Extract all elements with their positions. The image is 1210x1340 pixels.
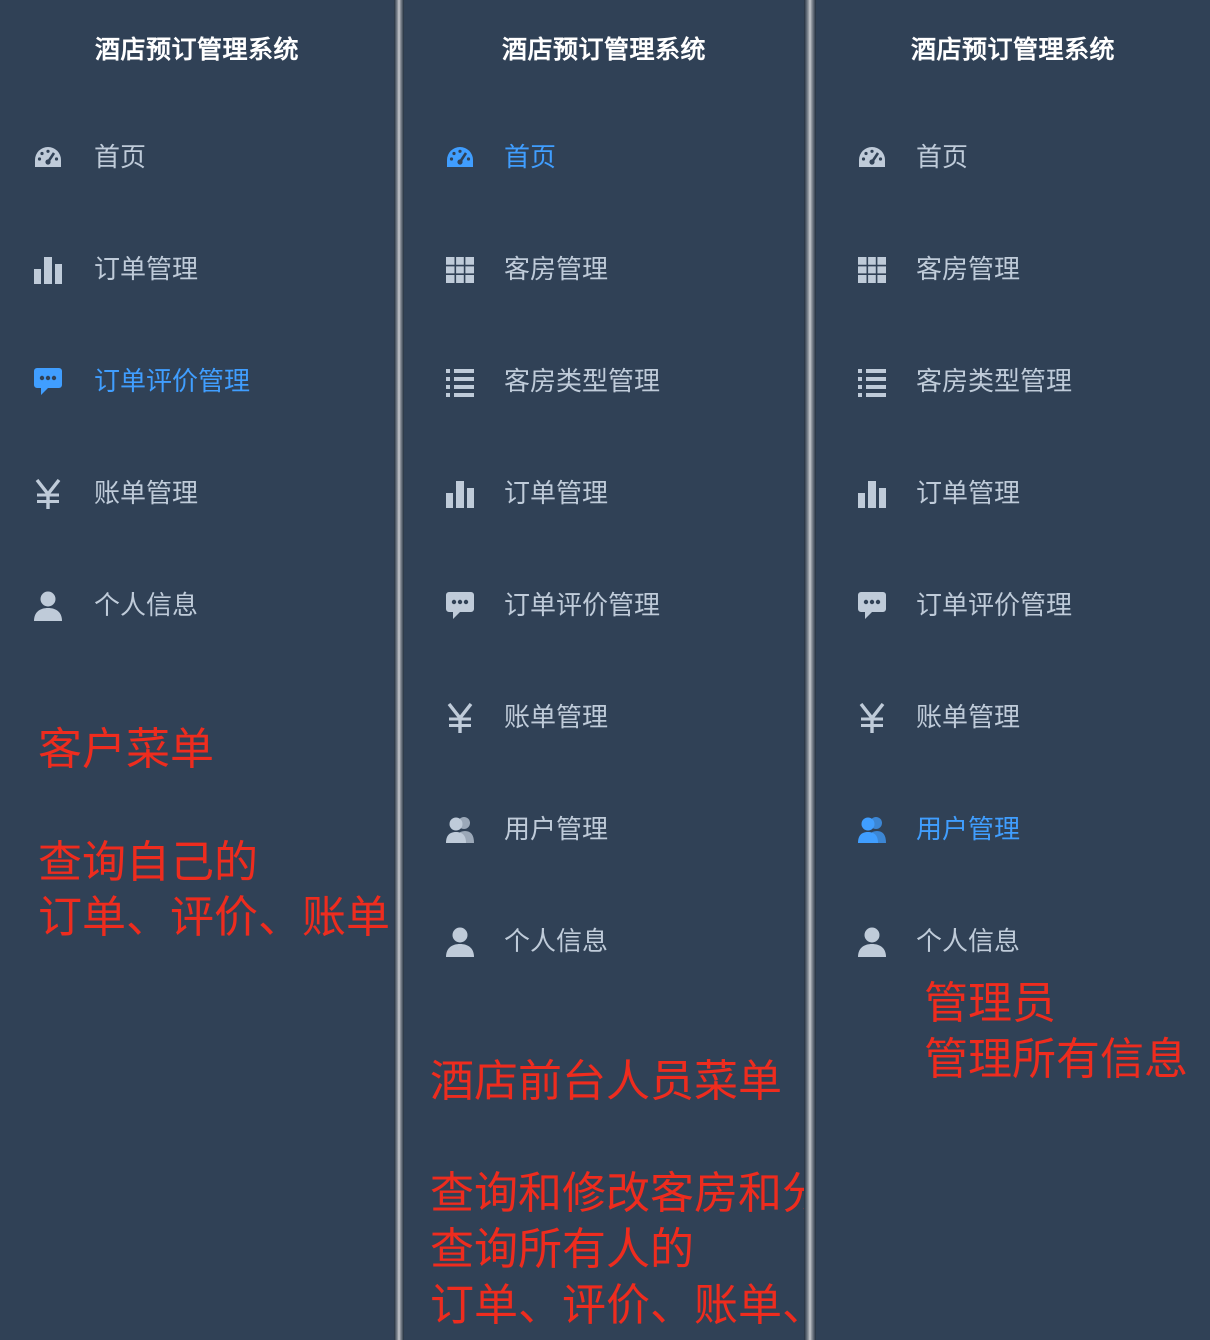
panel-divider <box>804 0 816 1340</box>
system-title: 酒店预订管理系统 <box>94 35 299 64</box>
annotation-customer-heading: 客户菜单 <box>38 724 214 775</box>
menu-item[interactable]: 首页 <box>404 118 804 198</box>
yen-icon <box>444 702 476 734</box>
sidebar-customer: 酒店预订管理系统 首页订单管理订单评价管理 账单管理个人信息 客户菜单 查询自己的… <box>0 0 394 1340</box>
menu-item-label: 个人信息 <box>916 927 1021 957</box>
menu-item-label: 订单管理 <box>916 479 1021 509</box>
menu-item-label: 订单评价管理 <box>916 591 1073 621</box>
menu-item[interactable]: 账单管理 <box>404 678 804 758</box>
menu-item[interactable]: 订单评价管理 <box>0 342 394 422</box>
menu-item-label: 账单管理 <box>916 703 1021 733</box>
menu-item-label: 个人信息 <box>504 927 609 957</box>
user-icon <box>444 926 476 958</box>
menu-item-label: 用户管理 <box>504 815 609 845</box>
menu-item-label: 客房管理 <box>916 255 1021 285</box>
menu-item-label: 客房类型管理 <box>916 367 1073 397</box>
panel-divider <box>394 0 404 1340</box>
menu-item-label: 个人信息 <box>94 591 199 621</box>
bar-chart-icon <box>444 478 476 510</box>
annotation-frontdesk-line: 查询和修改客房和分类 <box>430 1168 804 1219</box>
list-icon <box>444 366 476 398</box>
comment-icon <box>32 366 64 398</box>
annotation-frontdesk-line: 订单、评价、账单、用户信息 <box>430 1280 804 1331</box>
system-title: 酒店预订管理系统 <box>501 35 706 64</box>
dashboard-icon <box>444 142 476 174</box>
annotation-customer-line: 订单、评价、账单 <box>38 892 390 943</box>
menu-item[interactable]: 客房类型管理 <box>404 342 804 422</box>
menu-item[interactable]: 订单管理 <box>0 230 394 310</box>
menu-item-label: 首页 <box>94 143 147 173</box>
annotation-frontdesk-line: 查询所有人的 <box>430 1224 694 1275</box>
menu-item[interactable]: 用户管理 <box>404 790 804 870</box>
yen-icon <box>32 478 64 510</box>
menu-item-label: 订单管理 <box>94 255 199 285</box>
grid-icon <box>444 254 476 286</box>
menu-item[interactable]: 账单管理 <box>0 454 394 534</box>
menu-item-label: 首页 <box>916 143 969 173</box>
users-icon <box>856 814 888 846</box>
menu-item-label: 账单管理 <box>94 479 199 509</box>
user-icon <box>32 590 64 622</box>
bar-chart-icon <box>856 478 888 510</box>
dashboard-icon <box>856 142 888 174</box>
menu-item[interactable]: 个人信息 <box>0 566 394 646</box>
menu-item-label: 订单评价管理 <box>94 367 251 397</box>
menu-item[interactable]: 客房类型管理 <box>816 342 1210 422</box>
menu-item-label: 账单管理 <box>504 703 609 733</box>
sidebar-frontdesk: 酒店预订管理系统 首页客房管理客房类型管理 订单管理订单评价管理 账单管理用户管理个… <box>404 0 804 1340</box>
menu-item-label: 订单评价管理 <box>504 591 661 621</box>
menu-item[interactable]: 订单评价管理 <box>404 566 804 646</box>
menu-item[interactable]: 订单评价管理 <box>816 566 1210 646</box>
annotation-admin-line: 管理员 <box>924 978 1056 1029</box>
users-icon <box>444 814 476 846</box>
user-icon <box>856 926 888 958</box>
yen-icon <box>856 702 888 734</box>
menu-item[interactable]: 用户管理 <box>816 790 1210 870</box>
annotation-admin-line: 管理所有信息 <box>924 1034 1188 1085</box>
annotation-customer-line: 查询自己的 <box>38 837 258 888</box>
menu-item-label: 客房类型管理 <box>504 367 661 397</box>
dashboard-icon <box>32 142 64 174</box>
annotation-frontdesk-heading: 酒店前台人员菜单 <box>430 1056 782 1107</box>
system-title: 酒店预订管理系统 <box>910 35 1115 64</box>
sidebar-admin: 酒店预订管理系统 首页客房管理客房类型管理 订单管理订单评价管理 账单管理用户管理个… <box>816 0 1210 1340</box>
menu-item[interactable]: 个人信息 <box>816 902 1210 982</box>
list-icon <box>856 366 888 398</box>
menu-item-label: 客房管理 <box>504 255 609 285</box>
menu-item[interactable]: 首页 <box>816 118 1210 198</box>
comment-icon <box>444 590 476 622</box>
menu-item[interactable]: 订单管理 <box>404 454 804 534</box>
menu-item-label: 首页 <box>504 143 557 173</box>
comment-icon <box>856 590 888 622</box>
menu-item[interactable]: 订单管理 <box>816 454 1210 534</box>
menu-item[interactable]: 首页 <box>0 118 394 198</box>
menu-item[interactable]: 账单管理 <box>816 678 1210 758</box>
menu-item[interactable]: 客房管理 <box>816 230 1210 310</box>
menu-item[interactable]: 客房管理 <box>404 230 804 310</box>
menu-item[interactable]: 个人信息 <box>404 902 804 982</box>
bar-chart-icon <box>32 254 64 286</box>
menu-item-label: 订单管理 <box>504 479 609 509</box>
grid-icon <box>856 254 888 286</box>
menu-item-label: 用户管理 <box>916 815 1021 845</box>
